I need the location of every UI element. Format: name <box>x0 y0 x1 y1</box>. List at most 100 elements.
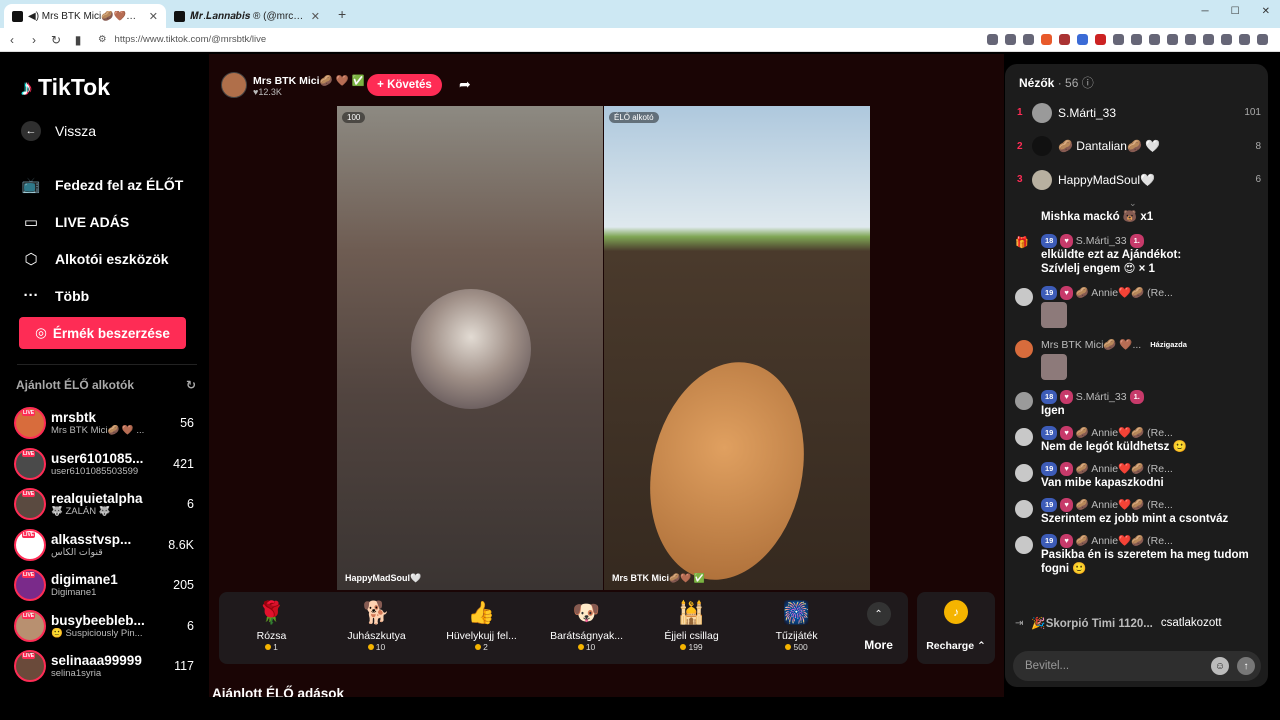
sidebar-item-creator-tools[interactable]: ⬡ Alkotói eszközök <box>21 240 183 277</box>
chat-user-tags: 18 ♥ S.Márti_33 1. <box>1041 234 1262 248</box>
back-arrow-icon[interactable]: ‹ <box>2 33 22 47</box>
avatar[interactable] <box>1015 288 1033 306</box>
gift-item-friendship-necklace[interactable]: 🐶 Barátságnyak... 10 <box>534 600 639 652</box>
extension-icon[interactable] <box>1095 34 1106 45</box>
chat-username[interactable]: 🥔 Annie❤️🥔 (Re... <box>1076 286 1173 300</box>
more-gifts-button[interactable]: ⌃ More <box>849 600 908 652</box>
battle-video-right[interactable]: ÉLŐ alkotó Mrs BTK Mici🥔🤎 ✅ <box>604 106 870 595</box>
puppy-gift-icon: 🐶 <box>572 600 601 625</box>
avatar[interactable] <box>1015 536 1033 554</box>
back-button[interactable]: ← Vissza <box>21 121 96 141</box>
creator-item[interactable]: LIVE busybeebleb... 🙂 Suspiciously Pin...… <box>14 606 194 647</box>
host-avatar[interactable] <box>221 72 247 98</box>
send-arrow-icon[interactable]: ↑ <box>1237 657 1255 675</box>
browser-tab-tiktok[interactable]: ◀) Mrs BTK Mici🥔🤎🤍✅ (@m ✕ <box>4 4 166 28</box>
creator-item[interactable]: LIVE mrsbtk Mrs BTK Mici🥔 🤎 ... 56 <box>14 403 194 444</box>
menu-icon[interactable] <box>1257 34 1268 45</box>
creator-name: digimane1 <box>51 572 118 588</box>
extension-icon[interactable] <box>1077 34 1088 45</box>
viewer-row[interactable]: 2 🥔 Dantalian🥔 🤍 8 <box>1017 130 1261 164</box>
avatar[interactable] <box>1015 464 1033 482</box>
gift-name: Hüvelykujj fel... <box>446 630 517 642</box>
viewer-row[interactable]: 3 HappyMadSoul🤍 6 <box>1017 163 1261 197</box>
extension-icon[interactable] <box>1113 34 1124 45</box>
avatar[interactable] <box>1015 392 1033 410</box>
extension-icon[interactable] <box>1131 34 1142 45</box>
reload-icon[interactable]: ↻ <box>46 33 66 47</box>
top-viewers-list: 1 S.Márti_33 101 2 🥔 Dantalian🥔 🤍 8 3 Ha… <box>1017 96 1261 197</box>
media-icon[interactable] <box>1185 34 1196 45</box>
video-camera-icon: ▭ <box>23 213 39 231</box>
gift-item-shepherd-dog[interactable]: 🐕 Juhászkutya 10 <box>324 600 429 652</box>
tiktok-logo[interactable]: ♪ TikTok <box>21 74 110 101</box>
info-icon[interactable]: ⓘ <box>1082 76 1094 90</box>
close-tab-icon[interactable]: ✕ <box>311 10 320 23</box>
level-badge: 19 <box>1041 534 1058 548</box>
sidebar-item-explore-live[interactable]: 📺 Fedezd fel az ÉLŐT <box>21 166 184 203</box>
refresh-icon[interactable]: ↻ <box>186 378 196 392</box>
brave-shield-icon[interactable] <box>1041 34 1052 45</box>
gift-item-rose[interactable]: 🌹 Rózsa 1 <box>219 600 324 652</box>
joined-username[interactable]: 🎉Skorpió Timi 1120... <box>1031 616 1153 630</box>
wallet-icon[interactable] <box>1221 34 1232 45</box>
chat-username[interactable]: 🥔 Annie❤️🥔 (Re... <box>1076 498 1173 512</box>
site-settings-icon[interactable]: ⚙ <box>98 34 107 45</box>
get-coins-button[interactable]: ◎ Érmék beszerzése <box>19 317 186 349</box>
browser-tab-mrcannabis[interactable]: 𝑴𝒓.𝑳𝒂𝒏𝒏𝒂𝒃𝒊𝒔 ® (@mrcannabis ✕ <box>166 4 328 28</box>
address-bar-row: ‹ › ↻ ▮ ⚙ https://www.tiktok.com/@mrsbtk… <box>0 28 1280 52</box>
emoji-icon[interactable]: ☺ <box>1211 657 1229 675</box>
mosque-gift-icon: 🕌 <box>677 600 706 625</box>
enter-icon: ⇥ <box>1015 617 1024 629</box>
chat-username[interactable]: 🥔 Annie❤️🥔 (Re... <box>1076 534 1173 548</box>
vpn-icon[interactable] <box>1239 34 1250 45</box>
gift-item-thumbs-up[interactable]: 👍 Hüvelykujj fel... 2 <box>429 600 534 652</box>
creator-item[interactable]: LIVE selinaaa99999 selina1syria 117 <box>14 646 194 687</box>
share-page-icon[interactable] <box>1023 34 1034 45</box>
creator-item[interactable]: LIVE user6101085... user6101085503599 421 <box>14 444 194 485</box>
creator-item[interactable]: LIVE alkasstvsp... قنوات الكأس 8.6K <box>14 525 194 566</box>
creator-item[interactable]: LIVE realquietalpha 🐺 ZALÁN 🐺 6 <box>14 484 194 525</box>
chat-username[interactable]: S.Márti_33 <box>1076 390 1127 404</box>
chat-input[interactable]: Bevitel... ☺ ↑ <box>1013 651 1261 681</box>
viewer-row[interactable]: 1 S.Márti_33 101 <box>1017 96 1261 130</box>
sidebar-icon[interactable] <box>1203 34 1214 45</box>
translate-icon[interactable] <box>987 34 998 45</box>
chevron-down-icon[interactable]: ⌄ <box>1129 198 1137 209</box>
zoom-icon[interactable] <box>1005 34 1016 45</box>
live-badge: LIVE <box>22 450 36 457</box>
sidebar-item-go-live[interactable]: ▭ LIVE ADÁS <box>21 203 183 240</box>
gift-price: 199 <box>680 642 703 652</box>
avatar[interactable] <box>1015 428 1033 446</box>
tab-title: ◀) Mrs BTK Mici🥔🤎🤍✅ (@m <box>28 10 144 22</box>
chat-username[interactable]: 🥔 Annie❤️🥔 (Re... <box>1076 462 1173 476</box>
recharge-button[interactable]: ♪ Recharge ⌃ <box>917 592 995 664</box>
chat-username[interactable]: 🥔 Annie❤️🥔 (Re... <box>1076 426 1173 440</box>
chat-message: 19 ♥ 🥔 Annie❤️🥔 (Re... Van mibe kapaszkodn… <box>1015 462 1262 490</box>
gift-item-night-star[interactable]: 🕌 Éjjeli csillag 199 <box>639 600 744 652</box>
recommended-live-title: Ajánlott ÉLŐ adások <box>212 686 345 697</box>
avatar[interactable] <box>1015 340 1033 358</box>
host-info[interactable]: Mrs BTK Mici🥔 🤎 ✅ ♥12.3K <box>221 72 365 98</box>
close-window-button[interactable]: ✕ <box>1262 6 1270 17</box>
extension-icon[interactable] <box>1149 34 1160 45</box>
gift-item-fireworks[interactable]: 🎆 Tűzijáték 500 <box>744 600 849 652</box>
avatar: LIVE <box>14 650 46 683</box>
extensions-puzzle-icon[interactable] <box>1167 34 1178 45</box>
bookmark-icon[interactable]: ▮ <box>68 33 88 47</box>
creator-item[interactable]: LIVE digimane1 Digimane1 205 <box>14 565 194 606</box>
gift-price-value: 10 <box>375 642 386 652</box>
minimize-button[interactable]: ─ <box>1202 6 1209 17</box>
follow-button[interactable]: + Követés <box>367 74 442 96</box>
close-tab-icon[interactable]: ✕ <box>149 10 158 23</box>
forward-arrow-icon[interactable]: › <box>24 33 44 47</box>
url-field[interactable]: ⚙ https://www.tiktok.com/@mrsbtk/live <box>98 31 878 49</box>
battle-video-left[interactable]: 100 HappyMadSoul🤍 <box>337 106 603 590</box>
sidebar-item-more[interactable]: ··· Több <box>21 277 183 314</box>
share-icon[interactable]: ➦ <box>459 76 471 93</box>
rewards-icon[interactable] <box>1059 34 1070 45</box>
maximize-button[interactable]: ☐ <box>1231 6 1240 17</box>
chat-username[interactable]: Mrs BTK Mici🥔 🤎... <box>1041 338 1141 352</box>
avatar[interactable] <box>1015 500 1033 518</box>
new-tab-button[interactable]: + <box>328 6 356 22</box>
chat-username[interactable]: S.Márti_33 <box>1076 234 1127 248</box>
